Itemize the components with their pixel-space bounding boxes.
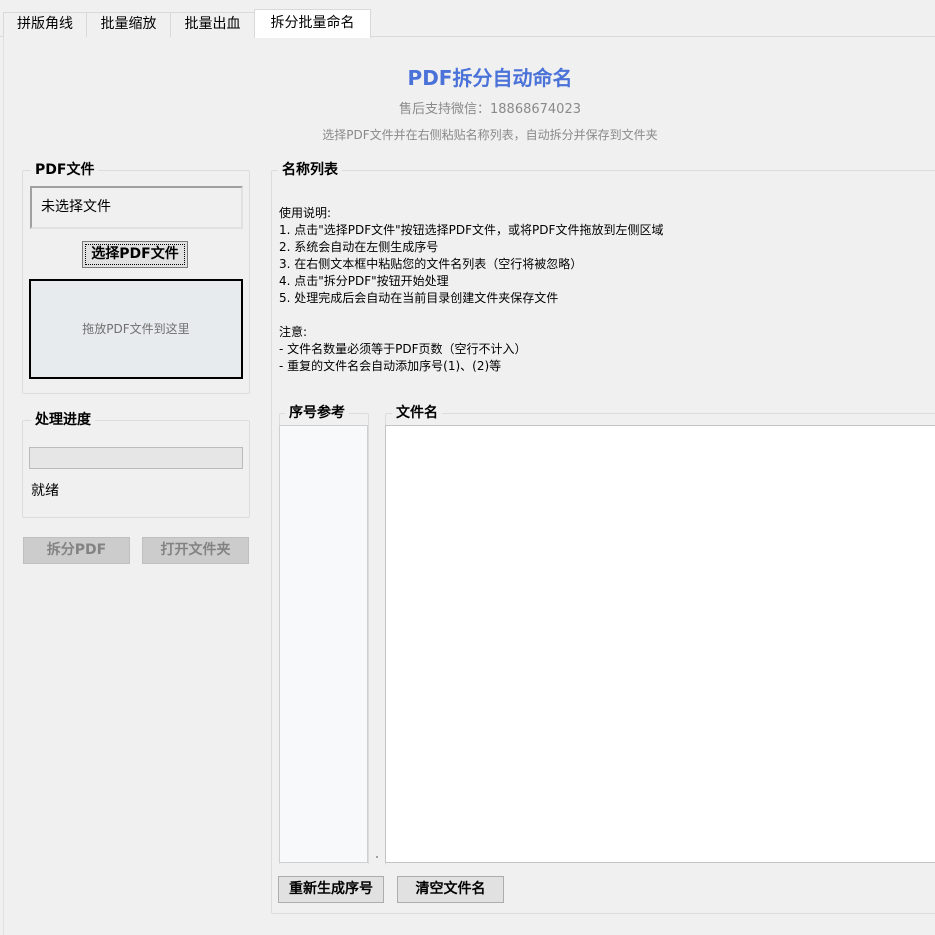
sequence-list[interactable] (279, 425, 368, 863)
sequence-reference-label: 序号参考 (285, 405, 349, 421)
filename-textarea[interactable] (385, 425, 935, 863)
pdf-drop-zone[interactable]: 拖放PDF文件到这里 (29, 279, 243, 379)
name-list-group-label: 名称列表 (278, 162, 342, 178)
page-description: 选择PDF文件并在右侧粘贴名称列表，自动拆分并保存到文件夹 (322, 128, 658, 142)
filename-label: 文件名 (392, 405, 442, 421)
select-pdf-button[interactable]: 选择PDF文件 (82, 241, 188, 268)
tab-split-batch-rename[interactable]: 拆分批量命名 (254, 9, 371, 38)
tab-bar: 拼版角线 批量缩放 批量出血 拆分批量命名 (0, 0, 935, 38)
splitter-handle[interactable] (376, 856, 378, 858)
support-contact: 售后支持微信：18868674023 (399, 102, 581, 117)
split-pdf-button[interactable]: 拆分PDF (23, 537, 130, 564)
usage-instructions: 使用说明: 1. 点击"选择PDF文件"按钮选择PDF文件，或将PDF文件拖放到… (279, 206, 664, 373)
selected-file-field: 未选择文件 (30, 186, 243, 229)
tab-batch-scale[interactable]: 批量缩放 (86, 12, 171, 37)
tab-imposition-corner-lines[interactable]: 拼版角线 (3, 12, 87, 37)
progress-group: 处理进度 (22, 412, 250, 518)
regenerate-sequence-button[interactable]: 重新生成序号 (278, 876, 384, 903)
pdf-file-group-label: PDF文件 (31, 162, 99, 178)
progress-group-label: 处理进度 (31, 412, 95, 428)
progress-bar (29, 447, 243, 469)
clear-filenames-button[interactable]: 清空文件名 (397, 876, 504, 903)
tab-batch-bleed[interactable]: 批量出血 (170, 12, 255, 37)
status-text: 就绪 (31, 483, 59, 499)
page-title: PDF拆分自动命名 (407, 66, 573, 90)
open-folder-button[interactable]: 打开文件夹 (142, 537, 249, 564)
